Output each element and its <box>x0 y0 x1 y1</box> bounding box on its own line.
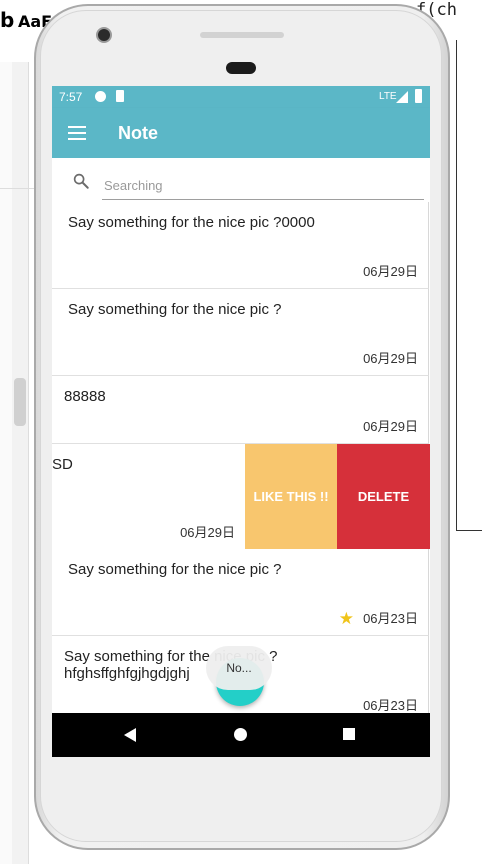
note-text: SD <box>52 456 73 473</box>
swiped-note-content[interactable]: SD 06月29日 <box>52 444 245 549</box>
app-toolbar: Note <box>52 108 430 158</box>
delete-action-button[interactable]: DELETE <box>337 444 430 549</box>
page-title: Note <box>118 123 158 143</box>
home-icon[interactable] <box>234 728 247 741</box>
status-time: 7:57 <box>59 90 83 104</box>
note-text: Say something for the nice pic ? <box>68 301 282 318</box>
note-text: Say something for the nice pic ?0000 <box>68 214 315 231</box>
ide-logo-text: b <box>0 8 14 32</box>
ide-right-panel <box>456 40 482 531</box>
network-type-label: LTE <box>379 91 397 102</box>
system-nav-bar <box>52 713 430 757</box>
toast-message: No... <box>206 646 272 690</box>
ide-scrollbar-thumb[interactable] <box>14 378 26 426</box>
ide-left-gutter <box>12 62 29 864</box>
earpiece <box>226 62 256 74</box>
recent-apps-icon[interactable] <box>343 728 355 740</box>
front-camera-icon <box>96 27 112 43</box>
note-date: 06月29日 <box>363 351 418 366</box>
note-date: 06月29日 <box>363 264 418 279</box>
back-icon[interactable] <box>124 728 136 742</box>
swipe-actions: LIKE THIS !! DELETE <box>245 444 430 549</box>
status-bar: 7:57 LTE <box>52 86 430 108</box>
note-date: 06月29日 <box>363 419 418 434</box>
note-date: 06月29日 <box>180 525 235 540</box>
search-icon <box>73 173 89 189</box>
list-item[interactable]: Say something for the nice pic ?0000 06月… <box>52 202 429 289</box>
phone-screen: 7:57 LTE Note Say something for the nice… <box>52 86 430 757</box>
like-action-button[interactable]: LIKE THIS !! <box>245 444 337 549</box>
note-text: Say something for the nice pic ? <box>68 561 282 578</box>
note-date: 06月23日 <box>363 611 418 626</box>
hamburger-menu-icon[interactable] <box>68 126 86 140</box>
list-item[interactable]: Say something for the nice pic ? ★ 06月23… <box>52 549 429 636</box>
list-item[interactable]: Say something for the nice pic ? 06月29日 <box>52 289 429 376</box>
list-item-swiped[interactable]: SD 06月29日 LIKE THIS !! DELETE <box>52 444 430 549</box>
search-input[interactable] <box>102 171 424 200</box>
battery-icon <box>415 89 422 103</box>
app-notification-icon <box>95 91 106 102</box>
signal-icon <box>396 91 408 103</box>
search-bar <box>52 158 430 202</box>
sd-card-icon <box>116 90 124 102</box>
speaker-grille <box>200 32 284 38</box>
list-item[interactable]: 88888 06月29日 <box>52 376 429 444</box>
note-date: 06月23日 <box>363 698 418 713</box>
note-text: 88888 <box>64 388 106 405</box>
star-icon: ★ <box>338 609 354 628</box>
